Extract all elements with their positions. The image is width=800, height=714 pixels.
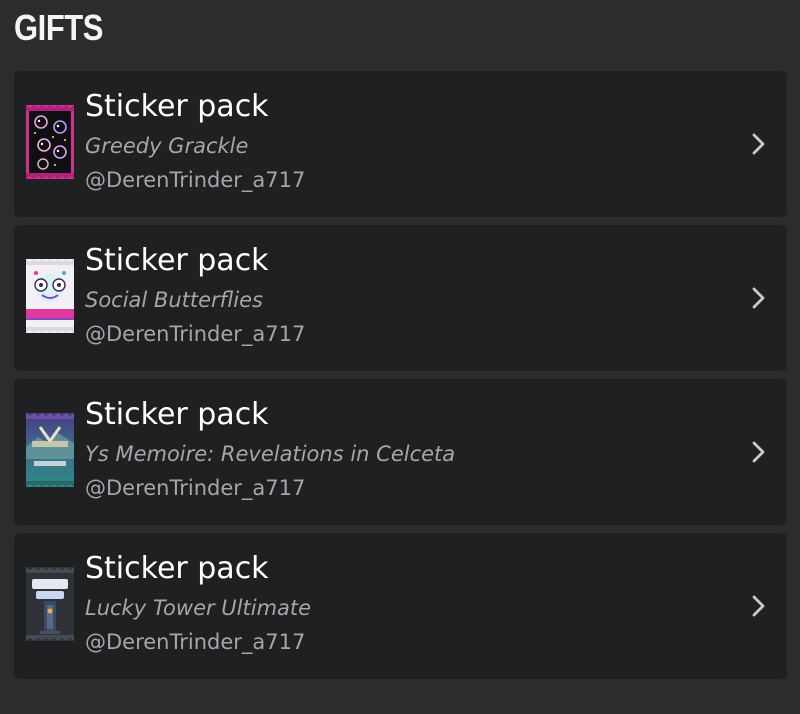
- gift-game-name: Ys Memoire: Revelations in Celceta: [85, 442, 456, 466]
- gift-title: Sticker pack: [85, 551, 269, 586]
- gift-sender: @DerenTrinder_a717: [85, 630, 306, 654]
- greedy-grackle-pack-icon: [26, 105, 74, 179]
- lucky-tower-pack-icon: [26, 567, 74, 641]
- gift-title: Sticker pack: [85, 243, 269, 278]
- gift-card-lucky-tower[interactable]: Sticker pack Lucky Tower Ultimate @Deren…: [14, 533, 787, 679]
- ys-memoire-pack-icon: [26, 413, 74, 487]
- gift-card-text: Sticker pack Greedy Grackle @DerenTrinde…: [85, 87, 727, 195]
- gift-card-greedy-grackle[interactable]: Sticker pack Greedy Grackle @DerenTrinde…: [14, 71, 787, 217]
- gift-card-text: Sticker pack Lucky Tower Ultimate @Deren…: [85, 549, 727, 657]
- gift-game-name: Greedy Grackle: [85, 134, 249, 158]
- gift-card-social-butterflies[interactable]: Sticker pack Social Butterflies @DerenTr…: [14, 225, 787, 371]
- gift-sender: @DerenTrinder_a717: [85, 322, 306, 346]
- gift-sender: @DerenTrinder_a717: [85, 476, 306, 500]
- gift-card-text: Sticker pack Ys Memoire: Revelations in …: [85, 395, 727, 503]
- gift-list: Sticker pack Greedy Grackle @DerenTrinde…: [14, 71, 787, 687]
- gift-title: Sticker pack: [85, 89, 269, 124]
- gift-game-name: Lucky Tower Ultimate: [85, 596, 312, 620]
- chevron-right-icon: [751, 286, 767, 310]
- gift-title: Sticker pack: [85, 397, 269, 432]
- gifts-page: GIFTS Sticker pack Greedy Grackle @Deren…: [0, 0, 800, 714]
- chevron-right-icon: [751, 594, 767, 618]
- gift-game-name: Social Butterflies: [85, 288, 263, 312]
- gift-card-ys-memoire[interactable]: Sticker pack Ys Memoire: Revelations in …: [14, 379, 787, 525]
- chevron-right-icon: [751, 132, 767, 156]
- gift-sender: @DerenTrinder_a717: [85, 168, 306, 192]
- chevron-right-icon: [751, 440, 767, 464]
- social-butterflies-pack-icon: [26, 259, 74, 333]
- section-title: GIFTS: [14, 7, 104, 48]
- gift-card-text: Sticker pack Social Butterflies @DerenTr…: [85, 241, 727, 349]
